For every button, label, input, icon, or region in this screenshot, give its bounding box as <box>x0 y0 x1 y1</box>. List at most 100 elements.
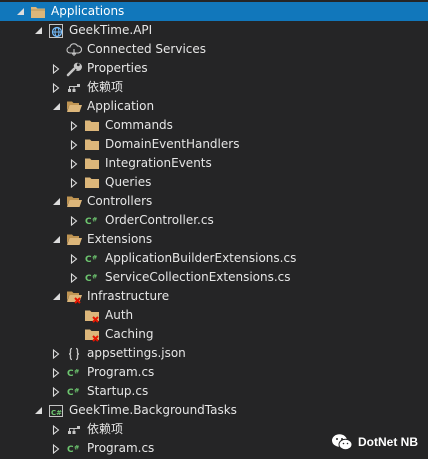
tree-item-label: appsettings.json <box>87 346 186 360</box>
tree-item[interactable]: IntegrationEvents <box>0 154 428 173</box>
tree-item-label: Properties <box>87 61 148 75</box>
collapsed-chevron-icon[interactable] <box>68 177 80 189</box>
tree-item[interactable]: GeekTime.API <box>0 21 428 40</box>
svg-text:#: # <box>92 215 97 223</box>
expanded-chevron-icon[interactable] <box>50 291 62 303</box>
tree-item[interactable]: Auth <box>0 306 428 325</box>
svg-text:#: # <box>92 272 97 280</box>
svg-text:#: # <box>74 443 79 451</box>
tree-item[interactable]: C # OrderController.cs <box>0 211 428 230</box>
collapsed-chevron-icon[interactable] <box>68 158 80 170</box>
tree-item[interactable]: Commands <box>0 116 428 135</box>
csharp-file-icon: C # <box>66 441 82 457</box>
tree-item-label: Applications <box>51 4 125 18</box>
folder-excluded-icon <box>84 327 100 343</box>
tree-item[interactable]: C # Startup.cs <box>0 382 428 401</box>
wechat-icon <box>332 434 353 451</box>
collapsed-chevron-icon[interactable] <box>68 215 80 227</box>
folder-open-icon <box>66 194 82 210</box>
csharp-file-icon: C # <box>84 251 100 267</box>
tree-item[interactable]: C # ApplicationBuilderExtensions.cs <box>0 249 428 268</box>
tree-item-label: Caching <box>105 327 154 341</box>
folder-icon <box>84 156 100 172</box>
collapsed-chevron-icon[interactable] <box>50 367 62 379</box>
collapsed-chevron-icon[interactable] <box>68 120 80 132</box>
tree-item[interactable]: Caching <box>0 325 428 344</box>
solution-folder-icon <box>30 4 46 20</box>
tree-item-label: GeekTime.BackgroundTasks <box>69 403 237 417</box>
tree-item-label: Application <box>87 99 155 113</box>
tree-item[interactable]: DomainEventHandlers <box>0 135 428 154</box>
tree-item-label: Program.cs <box>87 441 155 455</box>
svg-text:#: # <box>74 367 79 375</box>
collapsed-chevron-icon[interactable] <box>50 348 62 360</box>
dependencies-icon <box>66 80 82 96</box>
wrench-icon <box>66 61 82 77</box>
tree-item[interactable]: Queries <box>0 173 428 192</box>
collapsed-chevron-icon[interactable] <box>50 63 62 75</box>
folder-open-icon <box>66 232 82 248</box>
expanded-chevron-icon[interactable] <box>50 101 62 113</box>
tree-item-label: Auth <box>105 308 134 322</box>
svg-text:#: # <box>92 253 97 261</box>
tree-item[interactable]: Application <box>0 97 428 116</box>
csharp-file-icon: C # <box>66 365 82 381</box>
collapsed-chevron-icon[interactable] <box>50 443 62 455</box>
dependencies-icon <box>66 422 82 438</box>
collapsed-chevron-icon[interactable] <box>68 253 80 265</box>
tree-item-label: 依赖项 <box>87 80 124 94</box>
folder-open-icon <box>66 99 82 115</box>
watermark: DotNet NB <box>331 433 418 451</box>
tree-item-label: Program.cs <box>87 365 155 379</box>
tree-item-label: ApplicationBuilderExtensions.cs <box>105 251 297 265</box>
expanded-chevron-icon[interactable] <box>32 25 44 37</box>
expanded-chevron-icon[interactable] <box>50 196 62 208</box>
tree-item-label: OrderController.cs <box>105 213 214 227</box>
folder-icon <box>84 118 100 134</box>
collapsed-chevron-icon[interactable] <box>68 272 80 284</box>
csharp-project-icon: C# <box>48 403 64 419</box>
folder-open-excluded-icon <box>66 289 82 305</box>
svg-text:C#: C# <box>51 409 62 417</box>
tree-item[interactable]: Connected Services <box>0 40 428 59</box>
tree-item[interactable]: appsettings.json <box>0 344 428 363</box>
tree-item[interactable]: C # ServiceCollectionExtensions.cs <box>0 268 428 287</box>
expanded-chevron-icon[interactable] <box>50 234 62 246</box>
tree-item-label: IntegrationEvents <box>105 156 212 170</box>
tree-item[interactable]: Extensions <box>0 230 428 249</box>
tree-item-label: Controllers <box>87 194 153 208</box>
expanded-chevron-icon[interactable] <box>32 405 44 417</box>
solution-explorer-tree: Applications GeekTime.API Connected Servic… <box>0 2 428 458</box>
tree-item-label: Connected Services <box>87 42 207 56</box>
tree-item[interactable]: Controllers <box>0 192 428 211</box>
tree-item-label: DomainEventHandlers <box>105 137 240 151</box>
collapsed-chevron-icon[interactable] <box>68 139 80 151</box>
tree-item-label: GeekTime.API <box>69 23 153 37</box>
collapsed-chevron-icon[interactable] <box>50 424 62 436</box>
tree-item[interactable]: C# GeekTime.BackgroundTasks <box>0 401 428 420</box>
expanded-chevron-icon[interactable] <box>14 6 26 18</box>
connected-services-icon <box>66 42 82 58</box>
svg-text:C: C <box>67 369 74 379</box>
collapsed-chevron-icon[interactable] <box>50 386 62 398</box>
tree-item-label: Startup.cs <box>87 384 149 398</box>
tree-item[interactable]: C # Program.cs <box>0 363 428 382</box>
tree-item-label: Extensions <box>87 232 153 246</box>
collapsed-chevron-icon[interactable] <box>50 82 62 94</box>
csharp-file-icon: C # <box>84 270 100 286</box>
svg-text:C: C <box>67 445 74 455</box>
json-file-icon <box>66 346 82 362</box>
tree-item-label: 依赖项 <box>87 422 124 436</box>
tree-item[interactable]: 依赖项 <box>0 78 428 97</box>
svg-text:C: C <box>67 388 74 398</box>
tree-item[interactable]: Infrastructure <box>0 287 428 306</box>
tree-item-label: Queries <box>105 175 152 189</box>
folder-icon <box>84 175 100 191</box>
tree-item[interactable]: Applications <box>0 2 428 21</box>
web-project-icon <box>48 23 64 39</box>
tree-item[interactable]: Properties <box>0 59 428 78</box>
watermark-text: DotNet NB <box>358 435 418 449</box>
